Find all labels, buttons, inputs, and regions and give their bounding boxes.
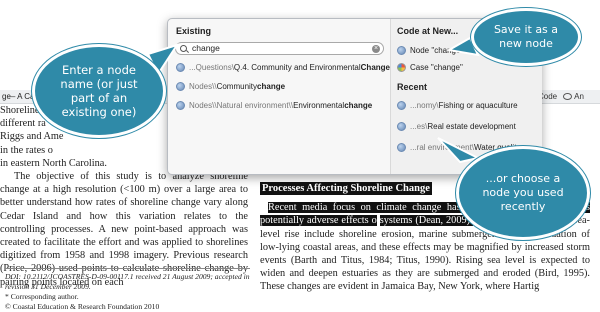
annotations-toolbar-button[interactable]: An	[563, 90, 584, 103]
footer-doi: DOI: 10.2112/JCOASTRES-D-09-00117.1 rece…	[5, 272, 250, 291]
clear-search-icon[interactable]: ×	[372, 45, 380, 53]
recent-title: Recent	[397, 82, 428, 92]
enter-node-text: Enter a node name (or just part of an ex…	[60, 63, 138, 119]
save-node-callout: Save it as a new node	[471, 8, 581, 66]
save-node-text: Save it as a new node	[493, 23, 559, 50]
choose-recent-callout: ...or choose a node you used recently	[456, 146, 590, 240]
recent-path: ...es\	[410, 121, 428, 131]
result-prefix: Environmental	[293, 100, 345, 110]
result-match: Change	[360, 62, 390, 72]
recent-name: Fishing or aquaculture	[438, 100, 518, 110]
recent-item-1[interactable]: ...nomy\ Fishing or aquaculture	[397, 97, 518, 113]
section-heading: Processes Affecting Shoreline Change	[260, 182, 432, 196]
recent-name: Real estate development	[427, 121, 516, 131]
node-icon	[176, 62, 185, 72]
existing-result-3[interactable]: Nodes\\Natural environment\\ Environmenta…	[176, 97, 372, 113]
existing-panel: Existing change × ...Questions\ Q.4. Comm…	[168, 19, 390, 174]
footer-copyright: © Coastal Education & Research Foundatio…	[5, 302, 160, 311]
existing-title: Existing	[176, 26, 212, 36]
code-at-new-title: Code at New...	[397, 26, 459, 36]
result-match: change	[257, 81, 286, 91]
new-case-label: Case "change"	[410, 62, 463, 72]
node-icon	[397, 45, 406, 55]
result-prefix: Community	[216, 81, 258, 91]
enter-node-callout: Enter a node name (or just part of an ex…	[32, 44, 166, 138]
annotations-label: An	[574, 92, 584, 101]
result-match: change	[344, 100, 373, 110]
left-footer: DOI: 10.2112/JCOASTRES-D-09-00117.1 rece…	[5, 268, 250, 312]
result-prefix: Q.4. Community and Environmental	[233, 62, 361, 72]
recent-path: ...ral environment\	[410, 142, 475, 152]
node-icon	[397, 142, 406, 152]
existing-result-1[interactable]: ...Questions\ Q.4. Community and Environm…	[176, 59, 390, 75]
search-icon	[180, 45, 187, 52]
result-path: Nodes\\	[189, 81, 217, 91]
result-path: Nodes\\Natural environment\\	[189, 100, 294, 110]
case-icon	[397, 62, 406, 72]
recent-item-2[interactable]: ...es\ Real estate development	[397, 118, 516, 134]
result-path: ...Questions\	[189, 62, 234, 72]
new-node-option[interactable]: Node "change"	[397, 42, 463, 58]
eye-icon	[563, 93, 573, 101]
new-case-option[interactable]: Case "change"	[397, 59, 463, 75]
new-node-label: Node "change"	[410, 45, 464, 55]
choose-recent-text: ...or choose a node you used recently	[482, 172, 564, 213]
node-icon	[397, 121, 406, 131]
highlight-3: systems (Dean, 2009).	[379, 215, 473, 227]
node-icon	[176, 81, 185, 91]
node-search-input[interactable]: change ×	[175, 42, 384, 55]
recent-path: ...nomy\	[410, 100, 439, 110]
footer-author: * Corresponding author.	[5, 292, 79, 301]
existing-result-2[interactable]: Nodes\\ Community change	[176, 78, 285, 94]
search-value: change	[192, 43, 220, 53]
node-icon	[176, 100, 185, 110]
node-icon	[397, 100, 406, 110]
